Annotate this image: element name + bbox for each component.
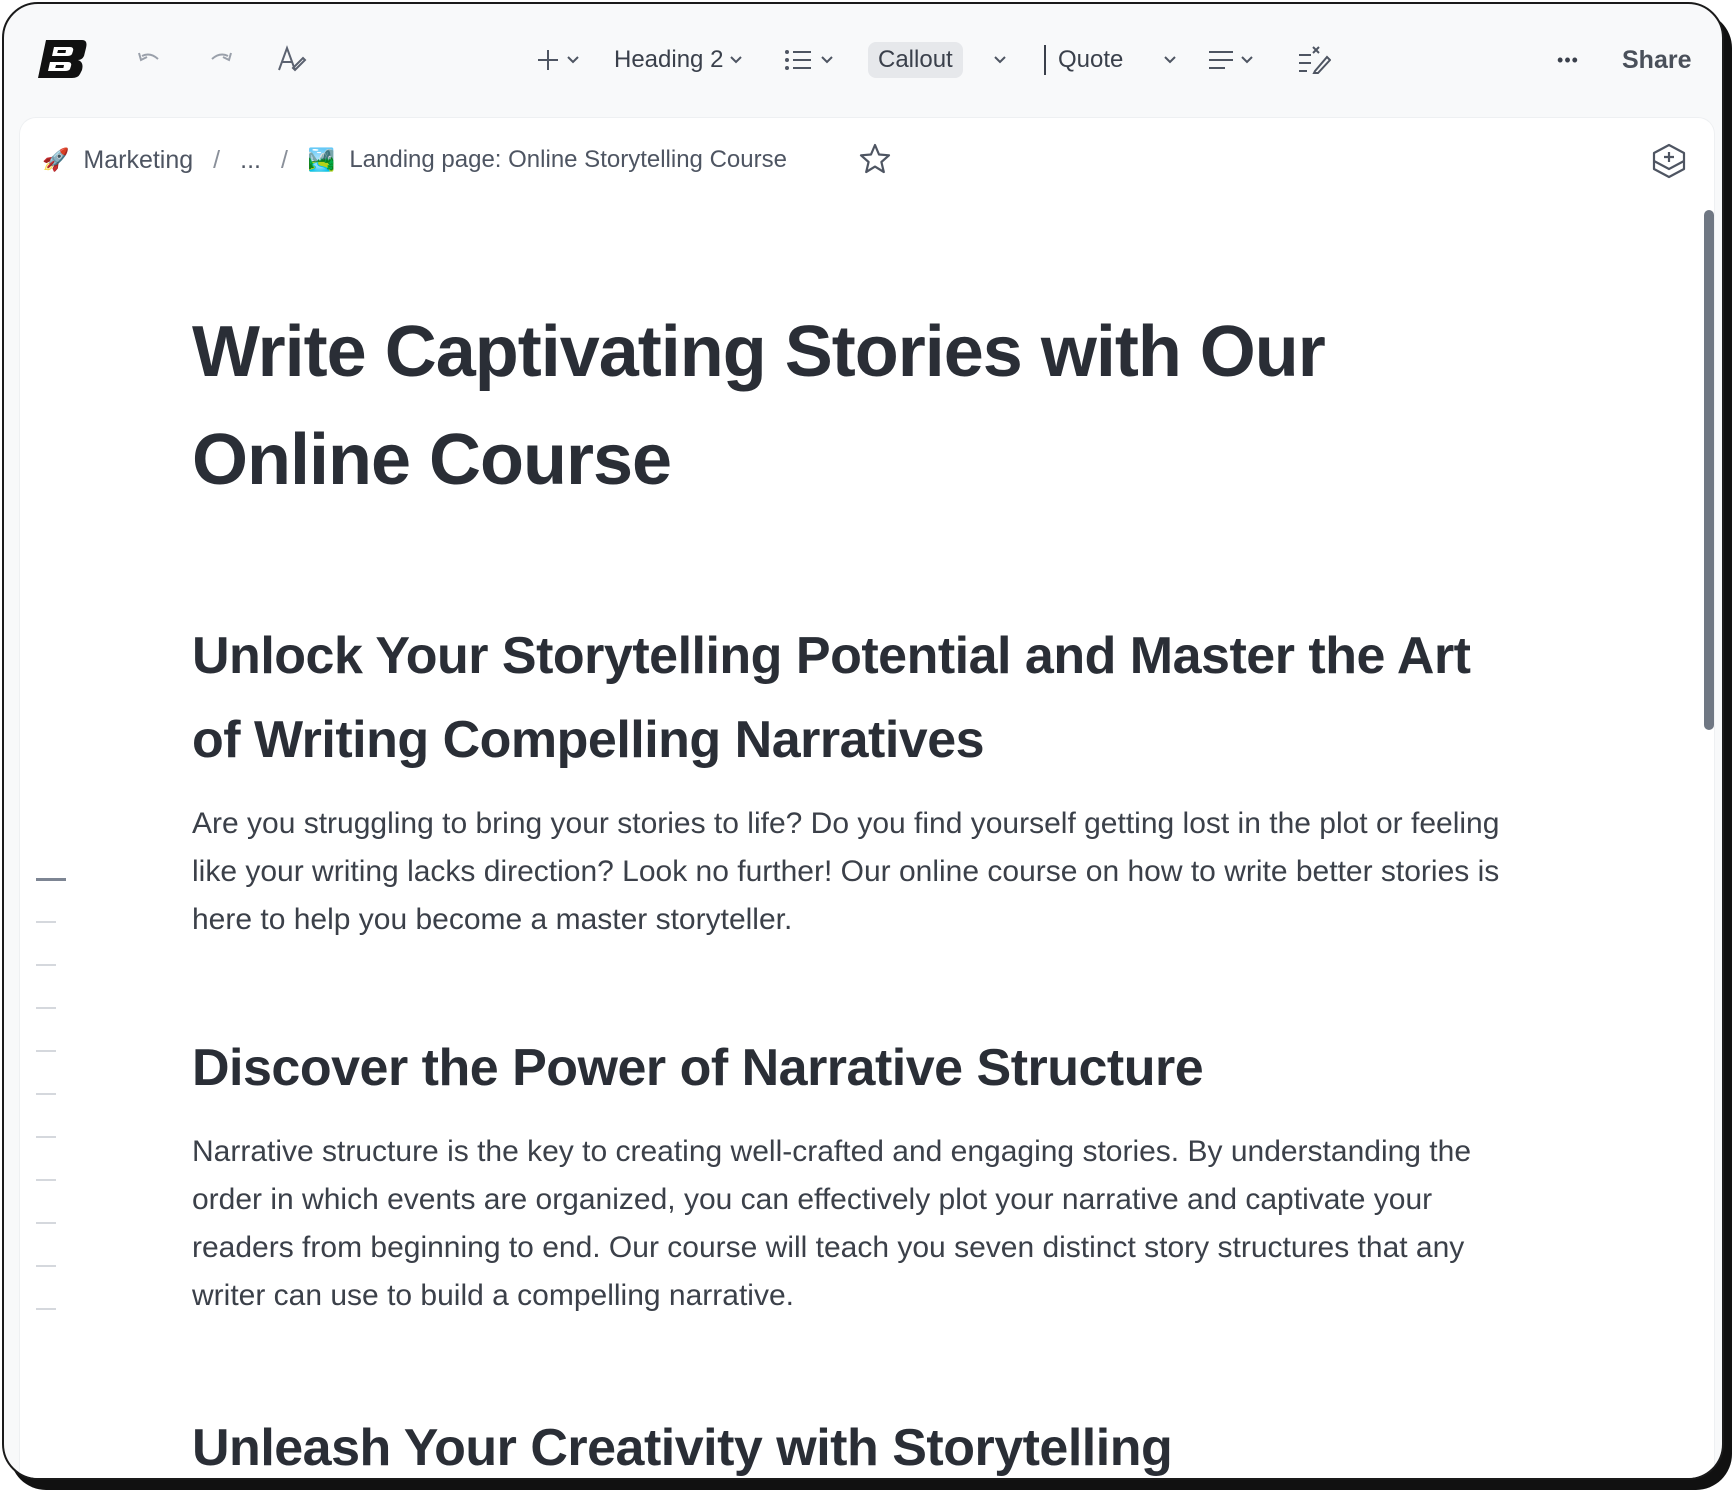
top-toolbar: Heading 2 Callout Quote ••• Share (4, 4, 1722, 116)
align-left-icon (1209, 51, 1233, 69)
more-label: ••• (1557, 49, 1579, 70)
callout-button[interactable]: Callout (868, 38, 963, 82)
breadcrumb: 🚀 Marketing / ... / 🏞️ Landing page: Onl… (42, 140, 787, 180)
breadcrumb-root[interactable]: Marketing (83, 146, 193, 175)
insert-block-button[interactable] (530, 38, 586, 82)
favorite-star-icon[interactable] (858, 142, 892, 176)
vertical-scrollbar[interactable] (1704, 210, 1714, 730)
quote-button[interactable]: Quote (1044, 38, 1123, 82)
outline-marker-active[interactable] (36, 878, 66, 881)
chevron-down-icon (1164, 56, 1176, 64)
outline-marker[interactable] (36, 1179, 56, 1181)
breadcrumb-current-page[interactable]: Landing page: Online Storytelling Course (349, 146, 787, 174)
callout-label: Callout (868, 42, 963, 78)
breadcrumb-separator: / (213, 145, 221, 174)
document-card: 🚀 Marketing / ... / 🏞️ Landing page: Onl… (20, 118, 1714, 1478)
quote-bar-icon (1044, 45, 1046, 75)
heading-style-label: Heading 2 (614, 46, 724, 73)
section-paragraph[interactable]: Narrative structure is the key to creati… (192, 1128, 1532, 1320)
page-title[interactable]: Write Captivating Stories with Our Onlin… (192, 298, 1392, 514)
format-painter-button[interactable] (274, 38, 308, 82)
app-window: Heading 2 Callout Quote ••• Share 🚀 Mark… (0, 0, 1736, 1494)
section-heading[interactable]: Unlock Your Storytelling Potential and M… (192, 614, 1532, 782)
list-dropdown[interactable] (784, 38, 834, 82)
heading-style-dropdown[interactable]: Heading 2 (614, 38, 743, 82)
redo-icon (211, 52, 232, 62)
quote-label: Quote (1058, 46, 1124, 73)
align-dropdown[interactable] (1208, 38, 1254, 82)
outline-marker[interactable] (36, 964, 56, 966)
outline-marker[interactable] (36, 1007, 56, 1009)
document-body: Write Captivating Stories with Our Onlin… (192, 298, 1532, 1478)
chevron-down-icon (567, 56, 579, 64)
chevron-down-icon (730, 56, 743, 64)
redo-button[interactable] (206, 38, 236, 82)
section-heading[interactable]: Unleash Your Creativity with Storytellin… (192, 1406, 1532, 1478)
outline-marker[interactable] (36, 1136, 56, 1138)
chevron-down-icon (994, 56, 1006, 64)
text-style-icon (278, 45, 307, 72)
outline-marker[interactable] (36, 1265, 56, 1267)
breadcrumb-separator: / (280, 145, 288, 174)
outline-marker[interactable] (36, 1308, 56, 1310)
section-paragraph[interactable]: Are you struggling to bring your stories… (192, 800, 1532, 944)
bullet-list-icon (785, 50, 811, 70)
breadcrumb-ellipsis[interactable]: ... (240, 146, 261, 175)
plus-icon (538, 50, 558, 70)
undo-button[interactable] (134, 38, 164, 82)
app-logo-icon[interactable] (36, 38, 88, 80)
share-label: Share (1622, 45, 1692, 74)
chevron-down-icon (821, 56, 833, 64)
callout-options-dropdown[interactable] (990, 38, 1010, 82)
undo-icon (138, 52, 159, 62)
landscape-icon: 🏞️ (307, 147, 336, 172)
ai-assistant-icon[interactable] (1650, 142, 1688, 180)
clear-format-button[interactable] (1296, 38, 1332, 82)
quote-options-dropdown[interactable] (1160, 38, 1180, 82)
section-heading[interactable]: Discover the Power of Narrative Structur… (192, 1026, 1532, 1110)
outline-marker[interactable] (36, 921, 56, 923)
chevron-down-icon (1241, 56, 1253, 64)
share-button[interactable]: Share (1622, 38, 1691, 82)
outline-marker[interactable] (36, 1050, 56, 1052)
clear-format-icon (1299, 46, 1331, 74)
rocket-icon: 🚀 (42, 147, 70, 172)
outline-marker[interactable] (36, 1222, 56, 1224)
outline-marker[interactable] (36, 1093, 56, 1095)
more-options-button[interactable]: ••• (1550, 38, 1586, 82)
editor-frame: Heading 2 Callout Quote ••• Share 🚀 Mark… (2, 2, 1724, 1480)
